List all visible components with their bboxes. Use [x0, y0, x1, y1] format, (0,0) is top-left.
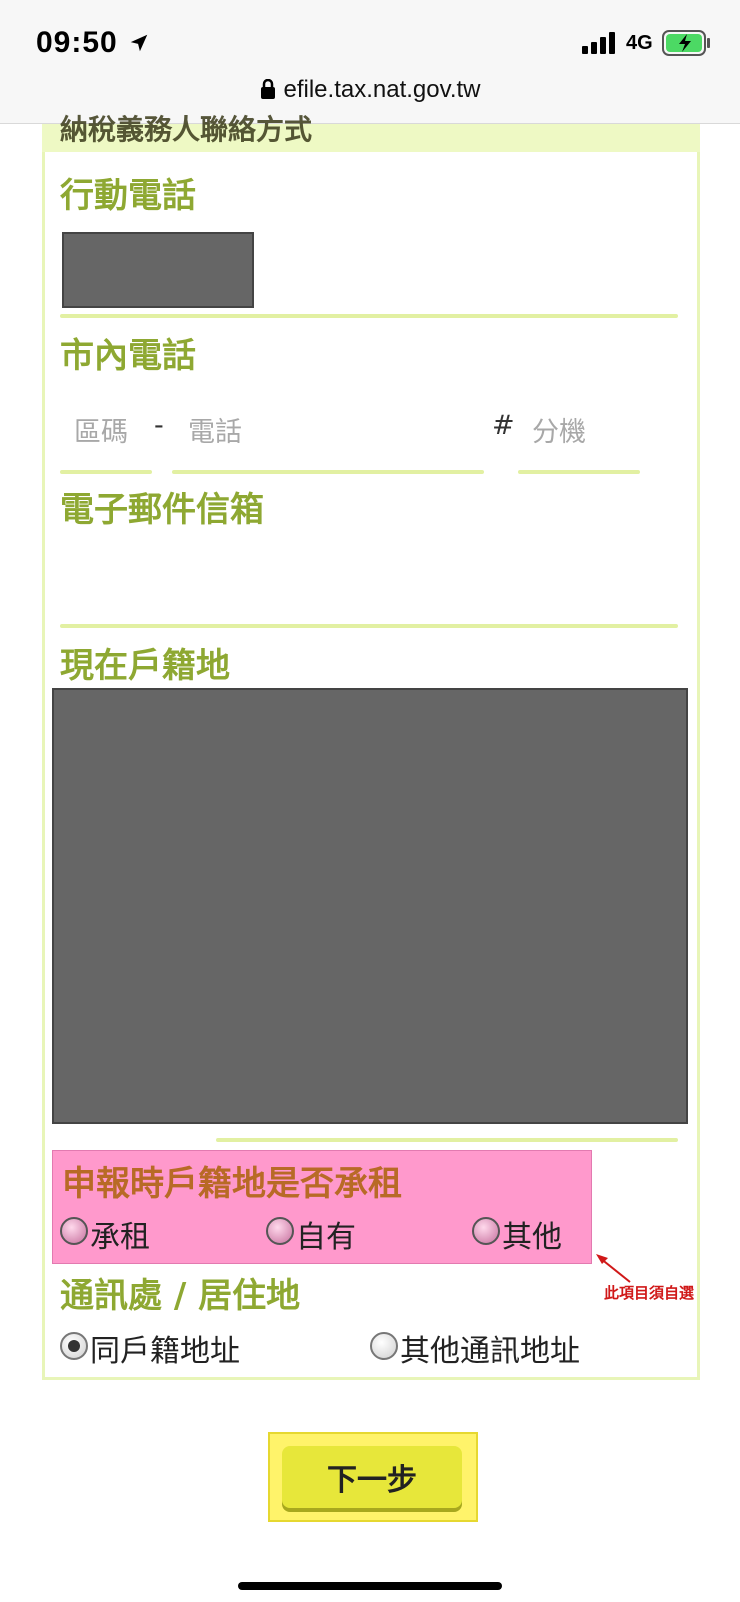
url-text: efile.tax.nat.gov.tw [283, 76, 481, 103]
email-label: 電子郵件信箱 [60, 490, 264, 530]
battery-charging-icon [662, 30, 710, 56]
radio-rent[interactable] [60, 1217, 88, 1245]
location-arrow-icon [130, 34, 148, 52]
extension-input[interactable]: 分機 [532, 410, 586, 449]
radio-other-label[interactable]: 其他 [502, 1212, 562, 1256]
mobile-underline [60, 314, 678, 318]
mailing-label: 通訊處 / 居住地 [60, 1276, 301, 1316]
cellular-signal-icon [582, 32, 615, 54]
home-indicator[interactable] [238, 1582, 502, 1590]
next-button[interactable]: 下一步 [282, 1446, 462, 1508]
radio-rent-label[interactable]: 承租 [90, 1212, 150, 1256]
clock: 09:50 [36, 26, 118, 59]
address-bar[interactable]: efile.tax.nat.gov.tw [0, 76, 740, 104]
phone-separator: - [154, 410, 164, 441]
email-underline [60, 624, 678, 628]
radio-other[interactable] [472, 1217, 500, 1245]
household-label: 現在戶籍地 [60, 646, 230, 686]
radio-own-label[interactable]: 自有 [296, 1212, 356, 1256]
lock-icon [260, 79, 275, 99]
extension-symbol: # [492, 410, 515, 441]
mobile-input-redacted[interactable] [62, 232, 254, 308]
email-input[interactable] [60, 540, 678, 620]
phone-number-input[interactable]: 電話 [188, 410, 242, 449]
household-address-redacted[interactable] [52, 688, 688, 1124]
section-header: 納稅義務人聯絡方式 [42, 113, 700, 152]
area-code-input[interactable]: 區碼 [74, 410, 128, 449]
extension-underline [518, 470, 640, 474]
section-header-title: 納稅義務人聯絡方式 [60, 113, 313, 146]
network-type: 4G [626, 32, 653, 54]
annotation-note: 此項目須自選 [604, 1284, 695, 1302]
landline-label: 市內電話 [60, 336, 196, 376]
radio-own[interactable] [266, 1217, 294, 1245]
mobile-label: 行動電話 [60, 176, 196, 216]
radio-other-mailing-label[interactable]: 其他通訊地址 [400, 1326, 580, 1370]
phone-underline [172, 470, 484, 474]
annotation-arrow-icon [596, 1254, 631, 1283]
status-bar: 09:50 4G efile.tax.nat.gov.tw [0, 0, 740, 124]
rent-question-label: 申報時戶籍地是否承租 [62, 1164, 402, 1204]
area-code-underline [60, 470, 152, 474]
radio-same-as-household-label[interactable]: 同戶籍地址 [90, 1326, 240, 1370]
radio-other-mailing[interactable] [370, 1332, 398, 1360]
radio-same-as-household[interactable] [60, 1332, 88, 1360]
household-underline [216, 1138, 678, 1142]
